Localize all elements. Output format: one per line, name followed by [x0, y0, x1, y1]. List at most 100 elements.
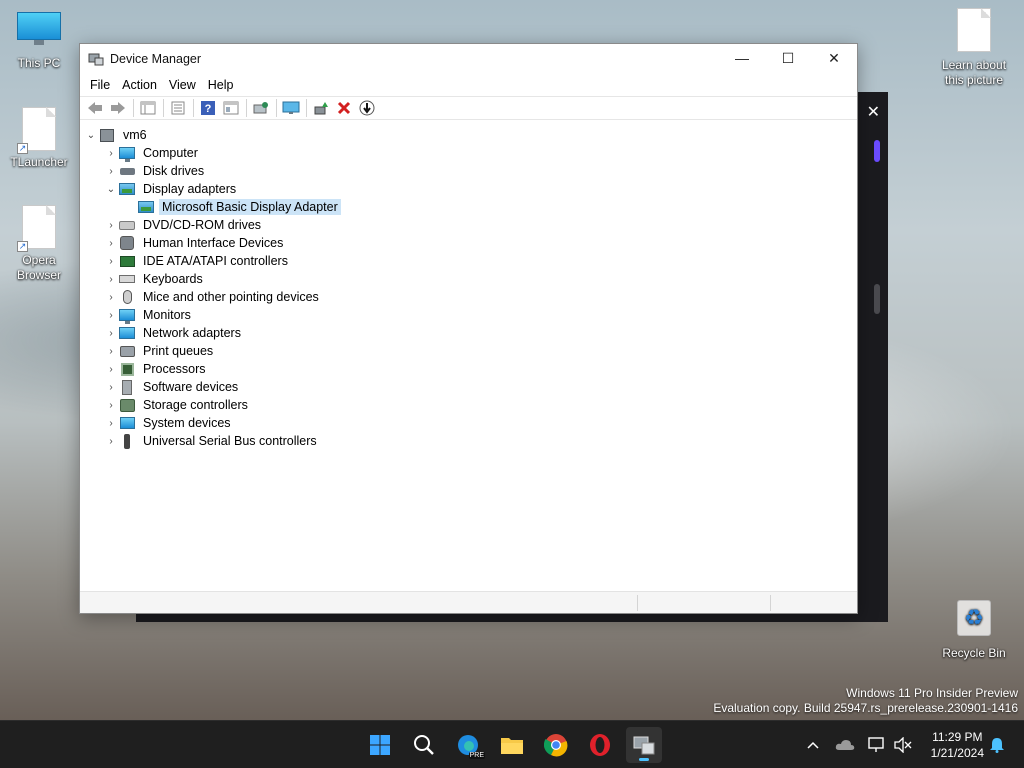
search-button[interactable] [406, 727, 442, 763]
view-icon[interactable] [220, 98, 242, 118]
show-hidden-icons-button[interactable] [802, 721, 824, 768]
device-manager-taskbar-button[interactable] [626, 727, 662, 763]
title-bar[interactable]: Device Manager — ☐ ✕ [80, 44, 857, 74]
menu-action[interactable]: Action [116, 78, 163, 92]
chrome-button[interactable] [538, 727, 574, 763]
dvd-icon [118, 217, 136, 233]
tree-node-human-interface-devices[interactable]: › Human Interface Devices [80, 234, 857, 252]
update-driver-icon[interactable] [310, 98, 332, 118]
tree-node-system-devices[interactable]: › System devices [80, 414, 857, 432]
minimize-button[interactable]: — [719, 44, 765, 72]
toolbar-separator [163, 99, 164, 117]
chevron-right-icon[interactable]: › [104, 234, 118, 252]
computer-icon [118, 145, 136, 162]
volume-button[interactable] [892, 721, 914, 768]
tree-node-display-adapters[interactable]: ⌄ Display adapters [80, 180, 857, 198]
network-adapter-icon [118, 325, 136, 341]
close-button[interactable]: ✕ [811, 44, 857, 72]
chevron-down-icon[interactable]: ⌄ [104, 180, 118, 198]
scrollbar[interactable] [872, 264, 884, 704]
bell-icon [990, 738, 1004, 753]
document-icon [957, 8, 991, 52]
desktop-icon-label: Opera Browser [16, 253, 61, 282]
tree-node-computer[interactable]: › Computer [80, 144, 857, 162]
toolbar: ? [80, 96, 857, 120]
tree-node-processors[interactable]: › Processors [80, 360, 857, 378]
desktop-icon-this-pc[interactable]: This PC [1, 12, 77, 71]
desktop-icon-opera-browser[interactable]: ↗ Opera Browser [1, 205, 77, 283]
window-title: Device Manager [110, 52, 202, 66]
chevron-right-icon[interactable]: › [104, 396, 118, 414]
toolbar-separator [276, 99, 277, 117]
menu-view[interactable]: View [163, 78, 202, 92]
tree-node-label: vm6 [123, 128, 147, 142]
chevron-right-icon[interactable]: › [104, 378, 118, 396]
desktop-icon-tlauncher[interactable]: ↗ TLauncher [1, 107, 77, 170]
tree-node-mice[interactable]: › Mice and other pointing devices [80, 288, 857, 306]
tree-node-label: DVD/CD-ROM drives [143, 218, 262, 232]
chevron-down-icon[interactable]: ⌄ [84, 126, 98, 144]
file-explorer-icon [501, 738, 523, 754]
opera-button[interactable] [582, 727, 618, 763]
tree-node-keyboards[interactable]: › Keyboards [80, 270, 857, 288]
tree-node-label: Software devices [143, 380, 239, 394]
tree-node-network-adapters[interactable]: › Network adapters [80, 324, 857, 342]
show-hide-tree-icon[interactable] [137, 98, 159, 118]
tree-node-storage-controllers[interactable]: › Storage controllers [80, 396, 857, 414]
chevron-right-icon[interactable]: › [104, 414, 118, 432]
onedrive-button[interactable] [834, 721, 856, 768]
taskbar: PRE 11:29 PM 1/21/2024 [0, 720, 1024, 768]
clock-date: 1/21/2024 [930, 746, 984, 760]
processor-icon [118, 361, 136, 377]
device-manager-icon [88, 52, 104, 66]
help-icon[interactable]: ? [197, 98, 219, 118]
close-icon[interactable]: ✕ [867, 102, 880, 122]
start-icon [370, 735, 390, 755]
recycle-bin-icon: ♻ [957, 600, 991, 636]
printer-icon [118, 343, 136, 359]
display-adapter-icon [137, 199, 155, 215]
back-icon[interactable] [84, 98, 106, 118]
properties-icon[interactable] [167, 98, 189, 118]
device-tree: ⌄ vm6 › Computer › Disk drives ⌄ Display… [80, 125, 857, 591]
chevron-right-icon[interactable]: › [104, 144, 118, 162]
os-watermark: Windows 11 Pro Insider Preview Evaluatio… [713, 686, 1018, 716]
tree-node-software-devices[interactable]: › Software devices [80, 378, 857, 396]
tree-node-dvd-cd-rom-drives[interactable]: › DVD/CD-ROM drives [80, 216, 857, 234]
desktop-icon-recycle-bin[interactable]: ♻ Recycle Bin [936, 600, 1012, 661]
chevron-right-icon[interactable]: › [104, 288, 118, 306]
desktop-icon-label: Learn about this picture [941, 58, 1007, 87]
monitor-icon[interactable] [280, 98, 302, 118]
menu-help[interactable]: Help [202, 78, 240, 92]
tree-root-vm6[interactable]: ⌄ vm6 [80, 126, 857, 144]
uninstall-icon[interactable] [333, 98, 355, 118]
tree-node-usb-controllers[interactable]: › Universal Serial Bus controllers [80, 432, 857, 450]
file-explorer-button[interactable] [494, 727, 530, 763]
tree-node-monitors[interactable]: › Monitors [80, 306, 857, 324]
chevron-right-icon[interactable]: › [104, 324, 118, 342]
tree-node-print-queues[interactable]: › Print queues [80, 342, 857, 360]
maximize-button[interactable]: ☐ [765, 44, 811, 72]
chevron-right-icon[interactable]: › [104, 360, 118, 378]
scan-hardware-icon[interactable] [250, 98, 272, 118]
disable-icon[interactable] [356, 98, 378, 118]
chevron-right-icon[interactable]: › [104, 432, 118, 450]
desktop-icon-learn-about-this-picture[interactable]: Learn about this picture [936, 8, 1012, 88]
notifications-button[interactable] [986, 721, 1008, 768]
chevron-right-icon[interactable]: › [104, 270, 118, 288]
tree-node-microsoft-basic-display-adapter[interactable]: Microsoft Basic Display Adapter [80, 198, 857, 216]
taskbar-clock[interactable]: 11:29 PM 1/21/2024 [931, 729, 984, 761]
network-button[interactable] [866, 721, 888, 768]
tree-node-ide-ata-atapi-controllers[interactable]: › IDE ATA/ATAPI controllers [80, 252, 857, 270]
chevron-right-icon[interactable]: › [104, 162, 118, 180]
tree-node-disk-drives[interactable]: › Disk drives [80, 162, 857, 180]
forward-icon[interactable] [107, 98, 129, 118]
chevron-right-icon[interactable]: › [104, 216, 118, 234]
start-button[interactable] [362, 727, 398, 763]
menu-file[interactable]: File [84, 78, 116, 92]
storage-controller-icon [118, 397, 136, 413]
chevron-right-icon[interactable]: › [104, 342, 118, 360]
chevron-right-icon[interactable]: › [104, 252, 118, 270]
edge-button[interactable]: PRE [450, 727, 486, 763]
chevron-right-icon[interactable]: › [104, 306, 118, 324]
